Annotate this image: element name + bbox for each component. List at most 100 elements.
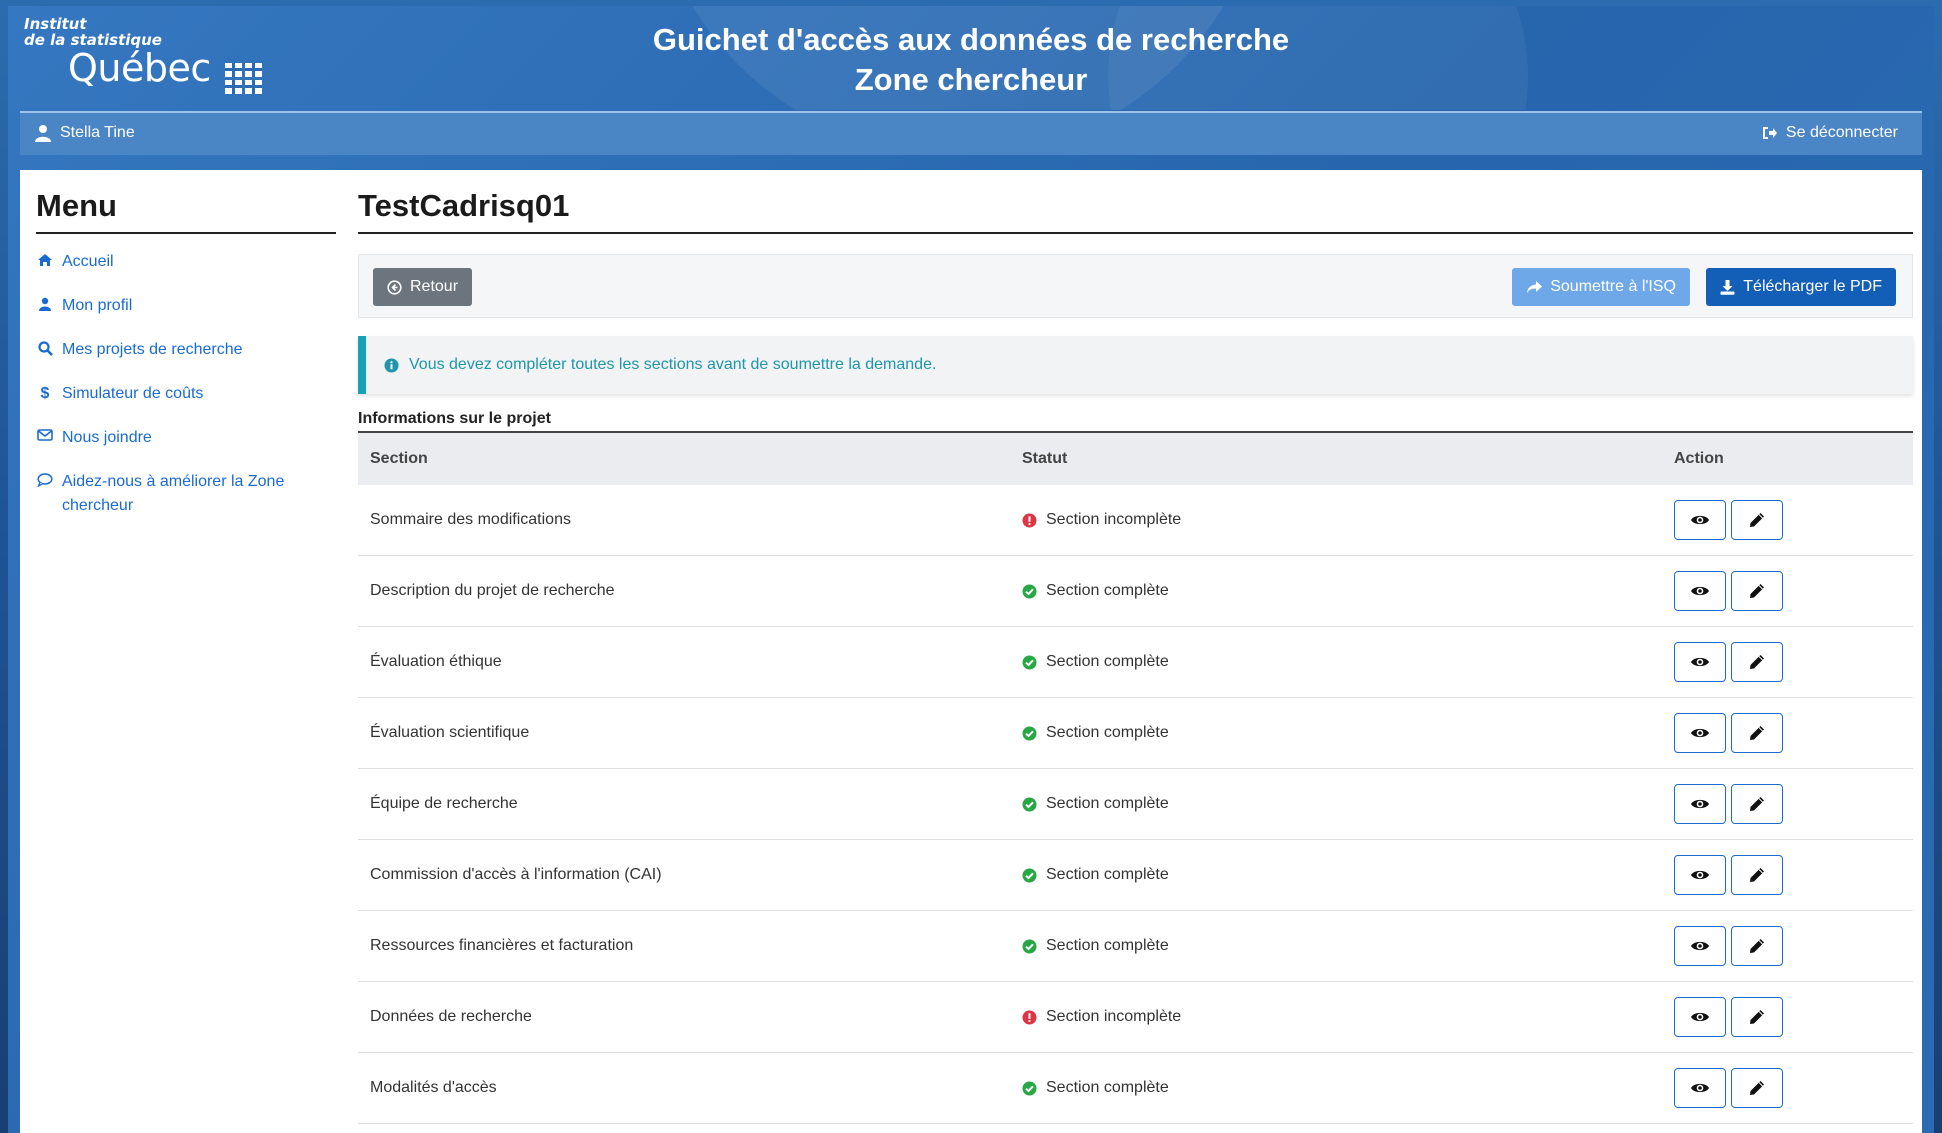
view-button[interactable] (1674, 997, 1726, 1037)
status-label: Section complète (1046, 795, 1169, 812)
eye-icon (1691, 515, 1709, 525)
submit-button[interactable]: Soumettre à l'ISQ (1512, 268, 1690, 306)
eye-icon (1691, 941, 1709, 951)
edit-button[interactable] (1731, 926, 1783, 966)
table-row: Ressources financières et facturation Sec… (358, 911, 1913, 982)
section-status: Section complète (1010, 911, 1662, 981)
pencil-icon (1750, 513, 1764, 527)
row-actions (1662, 769, 1913, 840)
download-pdf-button[interactable]: Télécharger le PDF (1706, 268, 1896, 306)
edit-button[interactable] (1731, 713, 1783, 753)
row-actions (1662, 911, 1913, 982)
edit-button[interactable] (1731, 500, 1783, 540)
table-row: Données de recherche Section incomplète (358, 982, 1913, 1053)
section-name: Évaluation éthique (370, 653, 502, 670)
view-button[interactable] (1674, 1068, 1726, 1108)
section-status: Section incomplète (1010, 485, 1662, 555)
view-button[interactable] (1674, 500, 1726, 540)
logout-link[interactable]: Se déconnecter (1762, 124, 1898, 142)
content-area: Menu Accueil Mon profil Mes projets de r… (20, 170, 1922, 1133)
table-header-row: Section Statut Action (358, 433, 1913, 485)
back-button[interactable]: Retour (373, 268, 473, 306)
pencil-icon (1750, 1081, 1764, 1095)
section-status: Section complète (1010, 556, 1662, 626)
check-circle-icon (1022, 868, 1037, 883)
eye-icon (1691, 586, 1709, 596)
section-name: Données de recherche (370, 1008, 532, 1025)
eye-icon (1691, 728, 1709, 738)
pencil-icon (1750, 655, 1764, 669)
pencil-icon (1750, 797, 1764, 811)
check-circle-icon (1022, 655, 1037, 670)
sections-table: Section Statut Action Sommaire des modif… (358, 433, 1913, 1124)
table-row: Sommaire des modifications Section incomp… (358, 485, 1913, 556)
view-button[interactable] (1674, 784, 1726, 824)
site-title: Guichet d'accès aux données de recherche… (8, 20, 1934, 100)
alert-message: Vous devez compléter toutes les sections… (409, 356, 937, 373)
section-name: Sommaire des modifications (370, 511, 571, 528)
table-row: Modalités d'accès Section complète (358, 1053, 1913, 1124)
edit-button[interactable] (1731, 855, 1783, 895)
info-icon (384, 358, 399, 372)
user-info: Stella Tine (34, 124, 135, 142)
user-icon (35, 125, 51, 142)
edit-button[interactable] (1731, 642, 1783, 682)
table-row: Évaluation éthique Section complète (358, 627, 1913, 698)
home-icon (36, 250, 54, 267)
view-button[interactable] (1674, 855, 1726, 895)
section-status: Section complète (1010, 1053, 1662, 1123)
row-actions (1662, 840, 1913, 911)
section-status: Section complète (1010, 769, 1662, 839)
menu-item-label: Simulateur de coûts (62, 385, 204, 402)
pencil-icon (1750, 868, 1764, 882)
menu-item-nous-joindre[interactable]: Nous joindre (36, 422, 336, 454)
edit-button[interactable] (1731, 997, 1783, 1037)
view-button[interactable] (1674, 713, 1726, 753)
action-group (1674, 571, 1913, 611)
check-circle-icon (1022, 797, 1037, 812)
user-bar: Stella Tine Se déconnecter (20, 111, 1922, 155)
status-label: Section complète (1046, 582, 1169, 599)
row-actions (1662, 556, 1913, 627)
row-actions (1662, 627, 1913, 698)
view-button[interactable] (1674, 642, 1726, 682)
menu-item-feedback[interactable]: Aidez-nous à améliorer la Zone chercheur (36, 466, 336, 522)
back-button-label: Retour (410, 278, 459, 295)
download-icon (1720, 279, 1735, 295)
section-status: Section complète (1010, 840, 1662, 910)
menu-item-label: Mon profil (62, 297, 133, 314)
menu-item-accueil[interactable]: Accueil (36, 246, 336, 278)
view-button[interactable] (1674, 571, 1726, 611)
check-circle-icon (1022, 1081, 1037, 1096)
search-icon (36, 338, 54, 356)
info-alert: Vous devez compléter toutes les sections… (358, 336, 1913, 394)
edit-button[interactable] (1731, 571, 1783, 611)
menu-item-mon-profil[interactable]: Mon profil (36, 290, 336, 322)
eye-icon (1691, 1083, 1709, 1093)
menu-item-label: Nous joindre (62, 429, 152, 446)
menu-list: Accueil Mon profil Mes projets de recher… (36, 246, 336, 522)
eye-icon (1691, 1012, 1709, 1022)
check-circle-icon (1022, 939, 1037, 954)
action-group (1674, 713, 1913, 753)
envelope-icon (36, 426, 54, 441)
action-group (1674, 500, 1913, 540)
page-title: TestCadrisq01 (358, 188, 1913, 234)
user-icon (36, 294, 54, 311)
exclamation-circle-icon (1022, 1010, 1037, 1025)
menu-item-label: Mes projets de recherche (62, 341, 243, 358)
row-actions (1662, 485, 1913, 556)
eye-icon (1691, 870, 1709, 880)
arrow-circle-left-icon (387, 279, 402, 295)
menu-item-mes-projets[interactable]: Mes projets de recherche (36, 334, 336, 366)
site-header: Institut de la statistique Québec Guiche… (8, 6, 1934, 110)
section-name: Ressources financières et facturation (370, 937, 634, 954)
section-name: Modalités d'accès (370, 1079, 497, 1096)
edit-button[interactable] (1731, 784, 1783, 824)
status-label: Section complète (1046, 1079, 1169, 1096)
menu-item-simulateur[interactable]: $ Simulateur de coûts (36, 378, 336, 410)
view-button[interactable] (1674, 926, 1726, 966)
exclamation-circle-icon (1022, 513, 1037, 528)
pencil-icon (1750, 584, 1764, 598)
edit-button[interactable] (1731, 1068, 1783, 1108)
